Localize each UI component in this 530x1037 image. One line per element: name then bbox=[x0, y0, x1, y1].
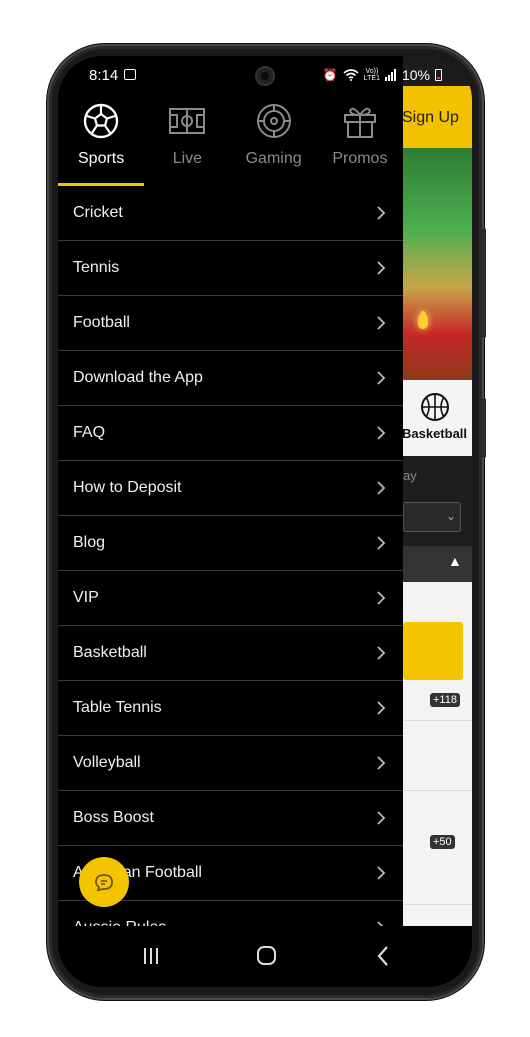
sign-up-link[interactable]: Sign Up bbox=[402, 109, 459, 127]
volte-icon: Vo)) LTE1 bbox=[363, 68, 380, 82]
menu-item-faq[interactable]: FAQ bbox=[58, 406, 403, 461]
day-filter-label: ay bbox=[403, 468, 417, 483]
signal-icon bbox=[384, 69, 396, 81]
menu-item-blog[interactable]: Blog bbox=[58, 516, 403, 571]
tab-sports[interactable]: Sports bbox=[58, 94, 144, 186]
menu-item-download-the-app[interactable]: Download the App bbox=[58, 351, 403, 406]
chevron-right-icon bbox=[377, 371, 386, 385]
menu-item-label: Blog bbox=[73, 534, 106, 551]
menu-item-label: Cricket bbox=[73, 204, 123, 221]
menu-item-how-to-deposit[interactable]: How to Deposit bbox=[58, 461, 403, 516]
tab-label: Gaming bbox=[245, 150, 302, 167]
chevron-right-icon bbox=[377, 591, 386, 605]
wifi-icon bbox=[343, 69, 359, 81]
divider bbox=[403, 904, 472, 905]
chevron-right-icon bbox=[377, 316, 386, 330]
chevron-right-icon bbox=[377, 261, 386, 275]
chat-icon bbox=[95, 874, 113, 892]
menu-item-label: Boss Boost bbox=[73, 809, 154, 826]
sports-menu: Cricket Tennis Football Download the App FAQ… bbox=[58, 186, 403, 956]
chevron-right-icon bbox=[377, 536, 386, 550]
chevron-right-icon bbox=[377, 701, 386, 715]
menu-item-volleyball[interactable]: Volleyball bbox=[58, 736, 403, 791]
chevron-right-icon bbox=[377, 481, 386, 495]
tab-promos[interactable]: Promos bbox=[317, 94, 403, 186]
menu-item-label: Football bbox=[73, 314, 130, 331]
menu-item-cricket[interactable]: Cricket bbox=[58, 186, 403, 241]
phone-screen: Sign Up Basketball ay ⌄ ▲ +118 +50 8:14 … bbox=[58, 56, 472, 987]
battery-percent: 10% bbox=[401, 67, 430, 83]
home-icon[interactable] bbox=[251, 942, 281, 970]
tab-label: Promos bbox=[332, 150, 388, 167]
diya-flame-image bbox=[418, 311, 428, 329]
gift-icon bbox=[343, 107, 376, 138]
chevron-right-icon bbox=[377, 811, 386, 825]
soccer-ball-icon bbox=[83, 103, 119, 139]
odds-button[interactable] bbox=[403, 622, 463, 680]
menu-item-boss-boost[interactable]: Boss Boost bbox=[58, 791, 403, 846]
tab-live[interactable]: Live bbox=[144, 94, 230, 186]
front-camera bbox=[255, 66, 275, 86]
active-tab-indicator bbox=[58, 183, 144, 186]
chevron-right-icon bbox=[377, 756, 386, 770]
navigation-drawer: Sports Live Gaming Promos Cricket Tennis… bbox=[58, 56, 403, 956]
menu-item-basketball[interactable]: Basketball bbox=[58, 626, 403, 681]
more-markets-badge[interactable]: +50 bbox=[430, 835, 455, 849]
chevron-right-icon bbox=[377, 206, 386, 220]
drawer-tabs: Sports Live Gaming Promos bbox=[58, 94, 403, 186]
menu-item-table-tennis[interactable]: Table Tennis bbox=[58, 681, 403, 736]
status-time: 8:14 bbox=[89, 67, 119, 84]
menu-item-label: How to Deposit bbox=[73, 479, 182, 496]
field-icon bbox=[169, 108, 206, 134]
menu-item-label: Download the App bbox=[73, 369, 203, 386]
day-select[interactable]: ⌄ bbox=[403, 502, 461, 532]
divider bbox=[403, 720, 472, 721]
back-icon[interactable] bbox=[368, 942, 398, 970]
status-bar: 8:14 ⏰ Vo)) LTE1 10% bbox=[58, 56, 472, 94]
collapse-caret-icon[interactable]: ▲ bbox=[448, 553, 462, 569]
tab-label: Live bbox=[172, 150, 203, 167]
chevron-down-icon: ⌄ bbox=[445, 509, 456, 523]
divider bbox=[403, 790, 472, 791]
basketball-category-label[interactable]: Basketball bbox=[402, 426, 467, 441]
menu-item-label: VIP bbox=[73, 589, 99, 606]
menu-item-label: Table Tennis bbox=[73, 699, 162, 716]
menu-item-label: Volleyball bbox=[73, 754, 141, 771]
basketball-icon[interactable] bbox=[420, 392, 450, 422]
roulette-icon bbox=[256, 104, 291, 138]
chevron-right-icon bbox=[377, 866, 386, 880]
chevron-right-icon bbox=[377, 426, 386, 440]
menu-item-label: Tennis bbox=[73, 259, 120, 276]
menu-item-football[interactable]: Football bbox=[58, 296, 403, 351]
alarm-icon: ⏰ bbox=[322, 68, 338, 82]
promo-banner[interactable] bbox=[403, 148, 472, 380]
image-notification-icon bbox=[124, 69, 136, 80]
system-navigation-bar bbox=[58, 926, 472, 987]
tab-label: Sports bbox=[78, 150, 125, 167]
volume-button bbox=[482, 228, 486, 338]
menu-item-label: Basketball bbox=[73, 644, 147, 661]
more-markets-badge[interactable]: +118 bbox=[430, 693, 460, 707]
chat-button[interactable] bbox=[79, 857, 129, 907]
menu-item-label: FAQ bbox=[73, 424, 106, 441]
chevron-right-icon bbox=[377, 646, 386, 660]
menu-item-vip[interactable]: VIP bbox=[58, 571, 403, 626]
status-icons: ⏰ Vo)) LTE1 10% bbox=[323, 67, 442, 83]
tab-gaming[interactable]: Gaming bbox=[231, 94, 317, 186]
recent-apps-icon[interactable] bbox=[136, 942, 166, 970]
menu-item-tennis[interactable]: Tennis bbox=[58, 241, 403, 296]
battery-icon bbox=[435, 69, 442, 81]
power-button bbox=[482, 398, 486, 458]
